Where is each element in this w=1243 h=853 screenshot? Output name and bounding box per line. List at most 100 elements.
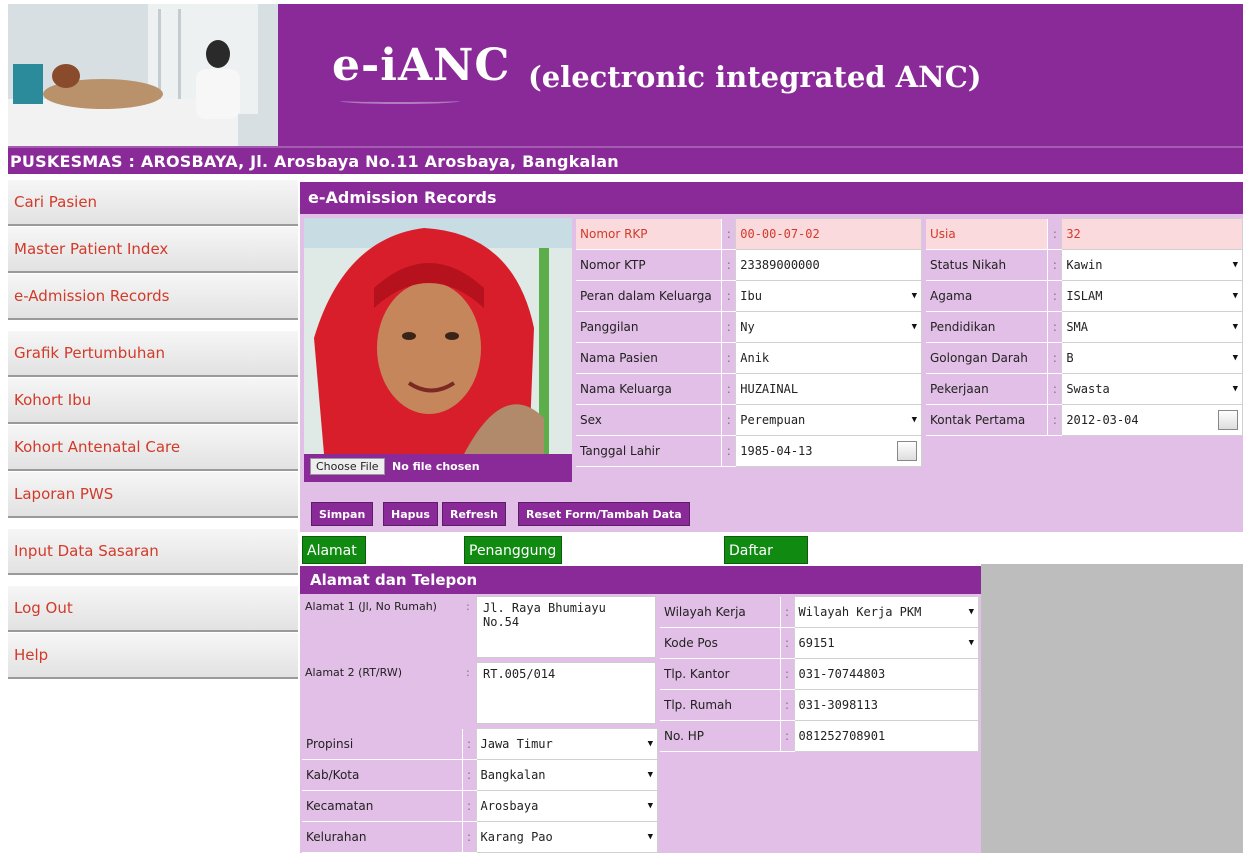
sidebar-item-kohort-ibu[interactable]: Kohort Ibu <box>8 378 298 424</box>
sidebar-item-master-patient-index[interactable]: Master Patient Index <box>8 227 298 273</box>
tab-daftar-kunjungan[interactable]: Daftar Kunjungan <box>724 536 809 587</box>
sidebar-item-cari-pasien[interactable]: Cari Pasien <box>8 180 298 226</box>
select-value: Jawa Timur <box>480 737 553 751</box>
field-label: Nomor KTP <box>576 249 723 281</box>
field-colon: : <box>1047 249 1062 281</box>
pekerjaan-select[interactable]: Swasta ▼ <box>1061 373 1243 405</box>
refresh-button[interactable]: Refresh <box>442 502 506 526</box>
sidebar-item-help[interactable]: Help <box>8 633 298 679</box>
dropdown-caret-icon: ▼ <box>1232 322 1238 332</box>
field-label: Kode Pos <box>660 627 781 659</box>
field-colon: : <box>462 821 476 853</box>
tanggal-lahir-field[interactable]: 1985-04-13 <box>735 435 922 467</box>
sidebar-item-grafik-pertumbuhan[interactable]: Grafik Pertumbuhan <box>8 331 298 377</box>
panggilan-select[interactable]: Ny ▼ <box>735 311 922 343</box>
app-header: e-iANC (electronic integrated ANC) <box>8 4 1243 146</box>
field-label: Propinsi <box>302 728 463 760</box>
delete-button[interactable]: Hapus <box>383 502 438 526</box>
field-colon: : <box>780 596 794 628</box>
select-value: Ny <box>740 320 755 334</box>
dropdown-caret-icon: ▼ <box>968 607 974 617</box>
nomor-ktp-field[interactable]: 23389000000 <box>735 249 922 281</box>
sidebar-item-kohort-antenatal-care[interactable]: Kohort Antenatal Care <box>8 425 298 471</box>
nama-pasien-field[interactable]: Anik <box>735 342 922 374</box>
dropdown-caret-icon: ▼ <box>911 322 917 332</box>
field-label: Status Nikah <box>926 249 1049 281</box>
field-label: Kab/Kota <box>302 759 463 791</box>
nama-keluarga-field[interactable]: HUZAINAL <box>735 373 922 405</box>
wilayah-kerja-select[interactable]: Wilayah Kerja PKM ▼ <box>793 596 979 628</box>
tab-alamat-dan-telepon[interactable]: Alamat dan Telepon <box>302 536 366 615</box>
field-colon: : <box>1047 342 1062 374</box>
select-value: Ibu <box>740 289 762 303</box>
select-value: Wilayah Kerja PKM <box>798 605 922 619</box>
patient-fields-right: Usia : 32 Status Nikah : Kawin ▼ Agama : … <box>926 218 1243 436</box>
tlp-kantor-field[interactable]: 031-70744803 <box>793 658 979 690</box>
kab-kota-select[interactable]: Bangkalan ▼ <box>475 759 658 791</box>
kode-pos-select[interactable]: 69151 ▼ <box>793 627 979 659</box>
dropdown-caret-icon: ▼ <box>647 801 653 811</box>
peran-keluarga-select[interactable]: Ibu ▼ <box>735 280 922 312</box>
field-colon: : <box>721 311 736 343</box>
field-colon: : <box>780 720 794 752</box>
facility-bar: PUSKESMAS : AROSBAYA, Jl. Arosbaya No.11… <box>8 146 1243 174</box>
records-panel: Choose File No file chosen Nomor RKP : 0… <box>300 214 1243 532</box>
tlp-rumah-field[interactable]: 031-3098113 <box>793 689 979 721</box>
field-label: Nama Pasien <box>576 342 723 374</box>
field-label: Tlp. Kantor <box>660 658 781 690</box>
sex-select[interactable]: Perempuan ▼ <box>735 404 922 436</box>
kecamatan-select[interactable]: Arosbaya ▼ <box>475 790 658 822</box>
sidebar-item-input-data-sasaran[interactable]: Input Data Sasaran <box>8 529 298 575</box>
field-colon: : <box>1047 280 1062 312</box>
choose-file-button[interactable]: Choose File <box>310 458 385 475</box>
agama-select[interactable]: ISLAM ▼ <box>1061 280 1243 312</box>
kelurahan-select[interactable]: Karang Pao ▼ <box>475 821 658 853</box>
field-colon: : <box>1047 373 1062 405</box>
dropdown-caret-icon: ▼ <box>647 770 653 780</box>
field-colon: : <box>1047 218 1062 250</box>
field-colon: : <box>721 404 736 436</box>
calendar-icon[interactable] <box>897 441 917 461</box>
alamat1-textarea[interactable]: Jl. Raya Bhumiayu No.54 <box>476 596 656 658</box>
action-button-bar: Simpan Hapus Refresh Reset Form/Tambah D… <box>300 496 1243 532</box>
save-button[interactable]: Simpan <box>311 502 374 526</box>
field-label: Pendidikan <box>926 311 1049 343</box>
dropdown-caret-icon: ▼ <box>1232 291 1238 301</box>
pendidikan-select[interactable]: SMA ▼ <box>1061 311 1243 343</box>
date-value: 2012-03-04 <box>1066 413 1139 427</box>
kontak-pertama-field[interactable]: 2012-03-04 <box>1061 404 1243 436</box>
status-nikah-select[interactable]: Kawin ▼ <box>1061 249 1243 281</box>
field-label: Usia <box>926 218 1049 250</box>
select-value: Kawin <box>1066 258 1103 272</box>
sidebar-item-laporan-pws[interactable]: Laporan PWS <box>8 472 298 518</box>
field-colon: : <box>721 435 736 467</box>
field-label: Tanggal Lahir <box>576 435 723 467</box>
tab-penanggung-jawab-pembayaran[interactable]: Penanggung Jawab Pembayaran <box>464 536 562 615</box>
usia-field: 32 <box>1061 218 1243 250</box>
propinsi-select[interactable]: Jawa Timur ▼ <box>475 728 658 760</box>
dropdown-caret-icon: ▼ <box>1232 260 1238 270</box>
select-value: 69151 <box>798 636 835 650</box>
dropdown-caret-icon: ▼ <box>1232 353 1238 363</box>
nomor-rkp-field: 00-00-07-02 <box>735 218 922 250</box>
no-hp-field[interactable]: 081252708901 <box>793 720 979 752</box>
sidebar-item-e-admission-records[interactable]: e-Admission Records <box>8 274 298 320</box>
alamat2-textarea[interactable]: RT.005/014 <box>476 662 656 724</box>
photo-file-chooser: Choose File No file chosen <box>304 454 572 482</box>
dropdown-caret-icon: ▼ <box>647 739 653 749</box>
sidebar-item-log-out[interactable]: Log Out <box>8 586 298 632</box>
field-colon: : <box>1047 404 1062 436</box>
golongan-darah-select[interactable]: B ▼ <box>1061 342 1243 374</box>
select-value: Arosbaya <box>480 799 539 813</box>
alamat1-label: Alamat 1 (Jl, No Rumah) <box>305 600 437 613</box>
field-colon: : <box>721 280 736 312</box>
field-label: Pekerjaan <box>926 373 1049 405</box>
address-section-title: Alamat dan Telepon <box>300 566 981 594</box>
reset-form-button[interactable]: Reset Form/Tambah Data <box>518 502 690 526</box>
field-label: Kontak Pertama <box>926 404 1049 436</box>
calendar-icon[interactable] <box>1218 410 1238 430</box>
date-value: 1985-04-13 <box>740 444 813 458</box>
